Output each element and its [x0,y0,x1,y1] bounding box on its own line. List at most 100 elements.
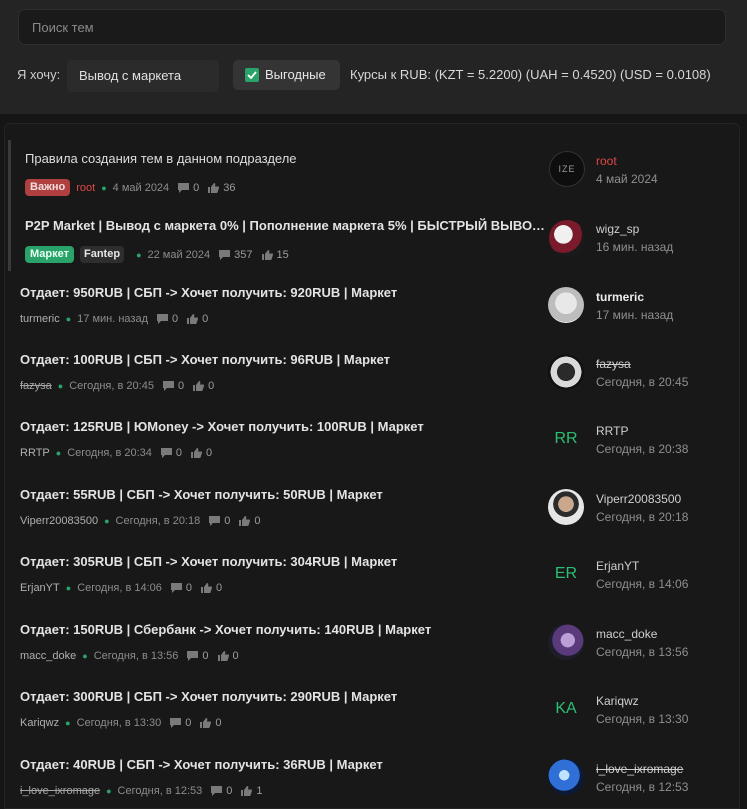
last-poster[interactable]: Viperr20083500 [596,492,681,506]
avatar[interactable] [548,489,584,525]
thread-title[interactable]: P2P Market | Вывод с маркета 0% | Пополн… [25,218,547,233]
avatar[interactable] [548,624,584,660]
separator-dot: ● [136,249,142,260]
thread-author[interactable]: macc_doke [20,650,76,662]
thread-author[interactable]: i_love_ixromage [20,785,100,797]
avatar[interactable]: KA [548,691,584,727]
thread-row[interactable]: Отдает: 100RUB | СБП -> Хочет получить: … [5,352,739,419]
thread-date: Сегодня, в 12:53 [117,785,203,797]
thread-meta: i_love_ixromage ● Сегодня, в 12:53 0 1 [20,785,263,797]
thread-title[interactable]: Отдает: 55RUB | СБП -> Хочет получить: 5… [20,487,383,502]
avatar[interactable]: IZE [549,151,585,187]
direction-select[interactable]: Вывод с маркета [67,60,219,92]
comment-icon [157,314,169,324]
thread-author[interactable]: ErjanYT [20,582,60,594]
thread-row[interactable]: Отдает: 40RUB | СБП -> Хочет получить: 3… [5,757,739,808]
thread-title[interactable]: Отдает: 950RUB | СБП -> Хочет получить: … [20,285,397,300]
last-poster[interactable]: i_love_ixromage [596,762,683,776]
last-poster[interactable]: fazysa [596,357,631,371]
thread-date: Сегодня, в 20:45 [69,380,154,392]
reply-count: 0 [193,181,200,194]
avatar[interactable] [548,759,584,795]
like-icon [200,718,212,728]
separator-dot: ● [65,583,72,593]
thread-row[interactable]: P2P Market | Вывод с маркета 0% | Пополн… [5,218,739,285]
last-poster[interactable]: macc_doke [596,627,657,641]
like-icon [201,583,213,593]
reply-count: 0 [224,515,231,527]
reply-count: 357 [234,248,253,261]
separator-dot: ● [55,448,62,458]
avatar-text: IZE [558,164,576,174]
avatar[interactable] [548,354,584,390]
thread-author[interactable]: RRTP [20,447,50,459]
filter-header: Я хочу: Вывод с маркета Выгодные Курсы к… [0,0,747,114]
thread-row[interactable]: Отдает: 55RUB | СБП -> Хочет получить: 5… [5,487,739,554]
thread-row[interactable]: Отдает: 950RUB | СБП -> Хочет получить: … [5,285,739,352]
thread-meta: Kariqwz ● Сегодня, в 13:30 0 0 [20,717,222,729]
comment-icon [209,516,221,526]
thread-row[interactable]: Отдает: 125RUB | ЮMoney -> Хочет получит… [5,419,739,486]
like-icon [217,651,229,661]
last-poster[interactable]: RRTP [596,424,628,438]
search-input[interactable] [18,9,726,45]
separator-dot: ● [101,182,107,193]
want-label: Я хочу: [17,67,61,82]
thread-title[interactable]: Отдает: 305RUB | СБП -> Хочет получить: … [20,554,397,569]
last-poster[interactable]: root [596,154,617,168]
last-poster[interactable]: turmeric [596,290,644,304]
profitable-toggle[interactable]: Выгодные [233,60,340,90]
profitable-label: Выгодные [265,67,326,82]
thread-author[interactable]: Kariqwz [20,717,59,729]
last-poster[interactable]: wigz_sp [596,222,639,236]
avatar-initials: KA [555,700,577,717]
checkbox-checked-icon [245,68,259,82]
thread-title[interactable]: Отдает: 40RUB | СБП -> Хочет получить: 3… [20,757,383,772]
reply-count: 0 [185,582,193,594]
thread-title[interactable]: Отдает: 125RUB | ЮMoney -> Хочет получит… [20,419,424,434]
last-post-time: Сегодня, в 20:45 [596,375,689,389]
like-icon [191,448,203,458]
comment-icon [187,651,199,661]
thread-meta: ErjanYT ● Сегодня, в 14:06 0 0 [20,582,222,594]
thread-author[interactable]: root [76,182,95,194]
thread-title[interactable]: Отдает: 100RUB | СБП -> Хочет получить: … [20,352,390,367]
thread-meta: Важно root ● 4 май 2024 0 36 [25,179,236,196]
last-post-time: 16 мин. назад [596,240,674,254]
thread-row[interactable]: Отдает: 305RUB | СБП -> Хочет получить: … [5,554,739,621]
thread-title[interactable]: Отдает: 150RUB | Сбербанк -> Хочет получ… [20,622,431,637]
comment-icon [219,249,231,260]
important-badge: Важно [25,179,71,196]
market-badge: Маркет [25,246,74,263]
avatar[interactable] [548,287,584,323]
avatar[interactable]: RR [548,421,584,457]
thread-row[interactable]: Отдает: 300RUB | СБП -> Хочет получить: … [5,689,739,756]
last-post-time: Сегодня, в 12:53 [596,780,689,794]
last-post-time: Сегодня, в 20:18 [596,510,689,524]
thread-date: 17 мин. назад [77,313,149,325]
separator-dot: ● [106,786,112,796]
comment-icon [162,381,174,391]
avatar[interactable] [549,220,585,256]
thread-title[interactable]: Правила создания тем в данном подразделе [25,151,297,166]
like-count: 0 [254,515,261,527]
like-count: 36 [223,181,236,194]
like-icon [261,249,273,260]
thread-row[interactable]: Отдает: 150RUB | Сбербанк -> Хочет получ… [5,622,739,689]
reply-count: 0 [175,447,183,459]
reply-count: 0 [202,650,209,662]
thread-author[interactable]: turmeric [20,313,60,325]
thread-date: Сегодня, в 14:06 [77,582,162,594]
thread-author[interactable]: Viperr20083500 [20,515,98,527]
thread-row[interactable]: Правила создания тем в данном подразделе… [5,151,739,218]
like-icon [193,381,205,391]
author-badge[interactable]: Fantep [80,246,125,263]
separator-dot: ● [82,651,88,661]
separator-dot: ● [65,718,71,728]
last-post-time: 17 мин. назад [596,308,674,322]
last-poster[interactable]: ErjanYT [596,559,639,573]
thread-title[interactable]: Отдает: 300RUB | СБП -> Хочет получить: … [20,689,397,704]
thread-author[interactable]: fazysa [20,380,52,392]
avatar[interactable]: ER [548,556,584,592]
last-poster[interactable]: Kariqwz [596,694,639,708]
